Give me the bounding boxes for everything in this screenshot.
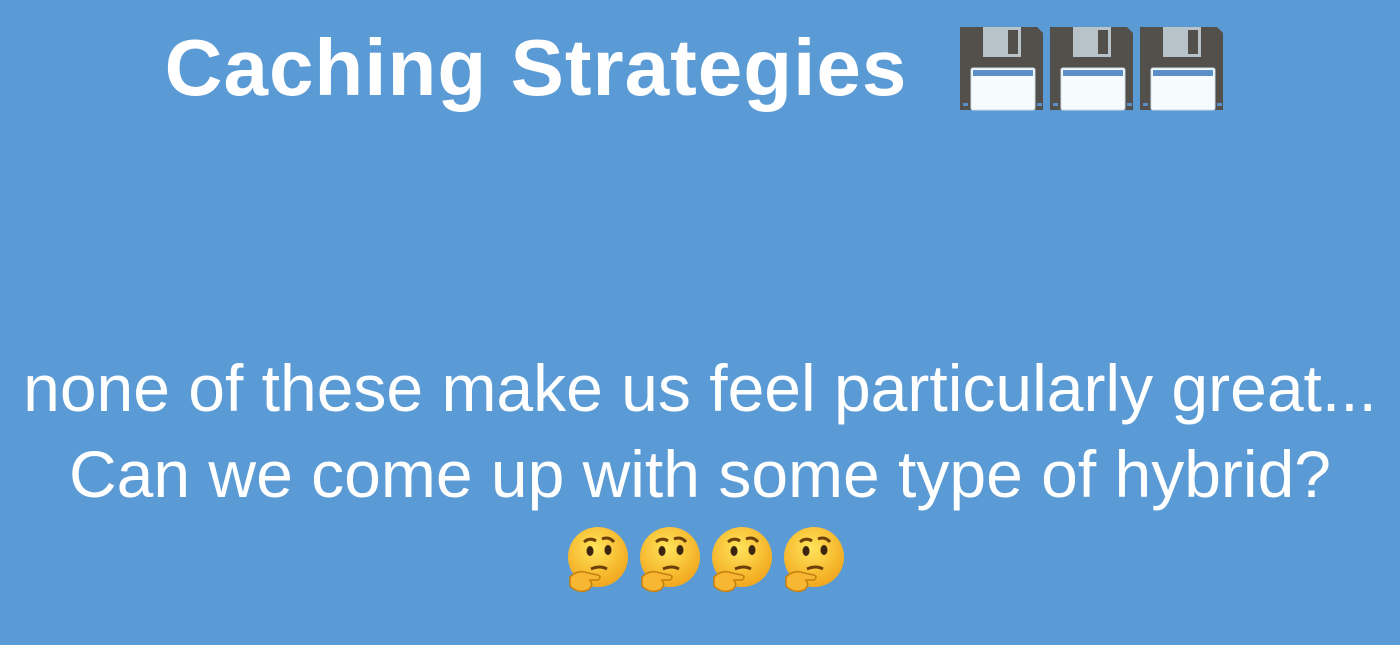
slide-body: none of these make us feel particularly … — [20, 345, 1380, 603]
thinking-face-icon — [708, 525, 774, 593]
slide-title: Caching Strategies — [164, 23, 908, 112]
floppy-disk-icon — [1047, 24, 1135, 112]
title-row: Caching Strategies — [0, 22, 1400, 114]
thinking-face-icon — [564, 525, 630, 593]
thinking-face-icon — [780, 525, 846, 593]
floppy-disk-icon — [957, 24, 1045, 112]
body-text: none of these make us feel particularly … — [23, 351, 1377, 511]
floppy-disk-icon — [1137, 24, 1225, 112]
floppy-icons — [957, 24, 1225, 112]
thinking-emojis — [564, 525, 846, 593]
thinking-face-icon — [636, 525, 702, 593]
